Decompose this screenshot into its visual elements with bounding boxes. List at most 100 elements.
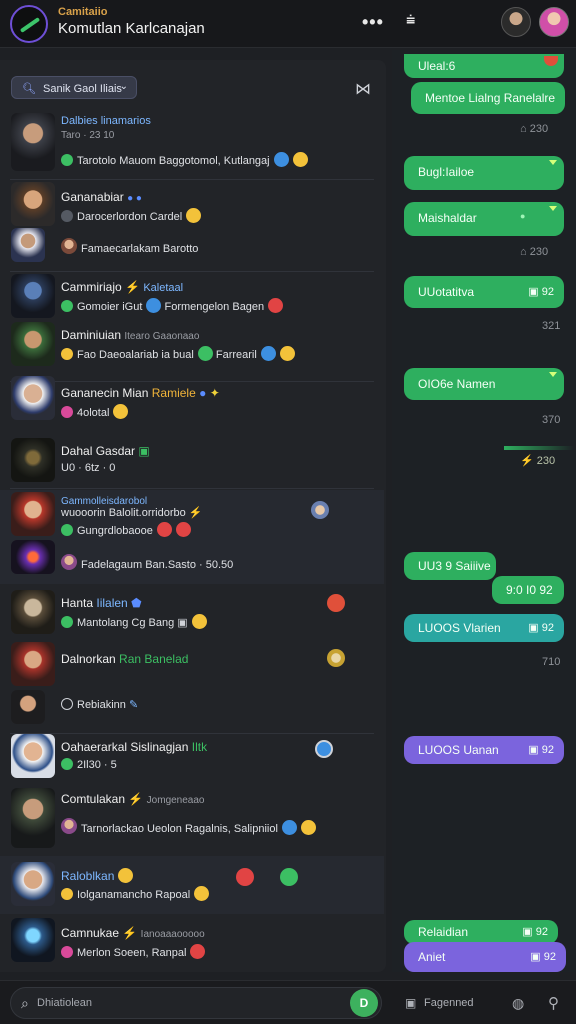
preview-text: Iolganamancho Rapoal <box>77 889 191 901</box>
list-item[interactable]: Gammolleisdarobol wuooorin Balolit.orrid… <box>0 490 384 584</box>
chat-preview: Rebiakinn ✎ <box>61 698 138 711</box>
message-bubble[interactable]: UU3 9 Saiiive <box>404 552 496 580</box>
chat-preview: Mantolang Cg Bang ▣ <box>61 614 207 629</box>
status-icon <box>61 300 73 312</box>
status-icon <box>61 758 73 770</box>
preview-text: Tarotolo Mauom Baggotomol, Kutlangaj <box>77 155 270 167</box>
status-icon <box>61 154 73 166</box>
avatar <box>11 788 55 848</box>
avatar-mini <box>311 501 329 519</box>
avatar <box>11 274 55 318</box>
preview-text-2: Formengelon Bagen <box>164 301 265 313</box>
emoji-icon <box>186 208 202 223</box>
adjust-icon[interactable]: ⩧ <box>406 12 415 30</box>
avatar <box>11 322 55 366</box>
status-icon <box>61 210 73 222</box>
app-logo[interactable] <box>10 5 48 43</box>
emoji-icon <box>292 152 308 167</box>
typing-indicator <box>504 446 574 450</box>
send-button[interactable]: D <box>350 989 378 1017</box>
message-bubble[interactable]: UUotatitva ▣ 92 <box>404 276 564 308</box>
emoji-icon <box>191 614 207 629</box>
chat-preview: Fao Daeoalariab ia bual Farrearil <box>61 346 295 361</box>
attach-icon[interactable]: ▣ <box>405 996 416 1010</box>
list-item[interactable]: Oahaerarkal Sislinagjan Iltk 2Il30 · 5 <box>0 734 384 786</box>
search-icon: ⌕ <box>21 995 29 1011</box>
list-item[interactable]: Hanta Iilalen ⬟ Mantolang Cg Bang ▣ <box>0 584 384 642</box>
list-item[interactable]: Gananabiar ● ● Darocerlordon Cardel Fama… <box>0 180 384 272</box>
list-item[interactable]: Camnukae ⚡ Ianoaaaooooo Merlon Soeen, Ra… <box>0 914 384 970</box>
chat-preview: U0 · 6tz · 0 <box>61 462 116 474</box>
message-bubble[interactable]: OIO6e Namen <box>404 368 564 400</box>
chat-name: Gananabiar ● ● <box>61 190 142 204</box>
emoji-icon <box>236 868 254 886</box>
read-receipt: 370 <box>542 414 561 426</box>
emoji-icon <box>194 886 210 901</box>
notification-icon[interactable]: ◍ <box>512 995 524 1012</box>
read-receipt: ⌂ 230 <box>520 246 549 258</box>
chat-name: Cammiriajo ⚡ Kaletaal <box>61 280 184 294</box>
message-bubble[interactable]: Maishaldar ● <box>404 202 564 236</box>
list-item[interactable]: Cammiriajo ⚡ Kaletaal Gomoier iGut Forme… <box>0 272 384 382</box>
chat-name: Gananecin Mian Ramiele ● ✦ <box>61 386 220 400</box>
avatar-mini <box>61 818 77 834</box>
preview-text: Darocerlordon Cardel <box>77 211 183 223</box>
list-item[interactable]: Raloblkan Iolganamancho Rapoal <box>0 856 384 914</box>
chat-preview: Gungrdlobaooe <box>61 522 191 537</box>
avatar-mini <box>327 649 345 667</box>
user-avatar[interactable] <box>501 7 531 37</box>
message-bubble[interactable]: Bugl:Iailoe <box>404 156 564 190</box>
emoji-icon <box>190 944 206 959</box>
message-bubble[interactable]: LUOOS Uanan ▣ 92 <box>404 736 564 764</box>
list-item[interactable]: Dalnorkan Ran Banelad Rebiakinn ✎ <box>0 642 384 734</box>
close-icon[interactable]: ⋈ <box>355 79 371 99</box>
mic-icon[interactable]: ⚲ <box>548 994 559 1012</box>
avatar <box>11 734 55 778</box>
message-bubble[interactable]: Mentoe Lialng Ranelalre <box>411 82 565 114</box>
list-item[interactable]: Comtulakan ⚡ Jomgeneaao Tarnorlackao Ueo… <box>0 786 384 856</box>
avatar <box>11 113 55 171</box>
message-input[interactable]: ⌕ Dhiatiolean <box>10 987 382 1019</box>
emoji-icon <box>146 298 162 313</box>
preview-text: Famaecarlakam Barotto <box>81 243 199 255</box>
preview-text: Tarnorlackao Ueolon Ragalnis, Salipniiol <box>81 823 278 835</box>
read-receipt: ⌂ 230 <box>520 123 549 135</box>
emoji-icon <box>113 404 129 419</box>
header-subtitle: Camitaiio <box>58 6 108 18</box>
conversation-panel: Uleal:6 Mentoe Lialng Ranelalre ⌂ 230 Bu… <box>392 50 576 972</box>
chat-time: Taro · 23 10 <box>61 130 115 141</box>
preview-text: 4olotal <box>77 407 110 419</box>
chat-preview: Gomoier iGut Formengelon Bagen <box>61 298 284 313</box>
preview-text: Mantolang Cg Bang <box>77 617 175 629</box>
chat-preview: 2Il30 · 5 <box>61 758 117 771</box>
chat-name: Dalnorkan Ran Banelad <box>61 652 189 666</box>
read-receipt: 710 <box>542 656 561 668</box>
filter-dropdown[interactable]: 🔍︎ Sanik Gaol Iliais ⌄ <box>11 76 137 99</box>
chat-preview: wuooorin Balolit.orridorbo ⚡ <box>61 507 203 519</box>
message-bubble[interactable]: 9:0 I0 92 <box>492 576 564 604</box>
preview-text-2: Gungrdlobaooe <box>77 525 153 537</box>
avatar <box>11 492 55 536</box>
list-item[interactable]: Gananecin Mian Ramiele ● ✦ 4olotal <box>0 376 384 440</box>
avatar <box>11 690 45 724</box>
emoji-icon <box>280 868 298 886</box>
chat-name: Hanta Iilalen ⬟ <box>61 596 142 610</box>
status-icon <box>61 348 73 360</box>
status-icon <box>61 406 73 418</box>
more-dots-icon[interactable]: ••• <box>362 12 384 33</box>
message-bubble[interactable]: LUOOS Vlarien ▣ 92 <box>404 614 564 642</box>
avatar <box>11 540 55 574</box>
list-item[interactable]: Dalbies linamarios Taro · 23 10 Tarotolo… <box>0 110 384 180</box>
message-bubble[interactable]: Relaidian ▣ 92 <box>404 920 558 944</box>
avatar <box>11 376 55 420</box>
preview-text: Merlon Soeen, Ranpal <box>77 947 187 959</box>
message-bubble[interactable]: Uleal:6 <box>404 54 564 78</box>
avatar <box>11 182 55 226</box>
avatar-mini <box>61 238 77 254</box>
filter-label: Sanik Gaol Iliais <box>43 83 122 95</box>
emoji-icon <box>197 346 213 361</box>
delivered-icon <box>549 160 557 165</box>
chat-preview: Darocerlordon Cardel <box>61 208 202 223</box>
message-bubble[interactable]: Aniet ▣ 92 <box>404 942 566 972</box>
contact-avatar[interactable] <box>539 7 569 37</box>
